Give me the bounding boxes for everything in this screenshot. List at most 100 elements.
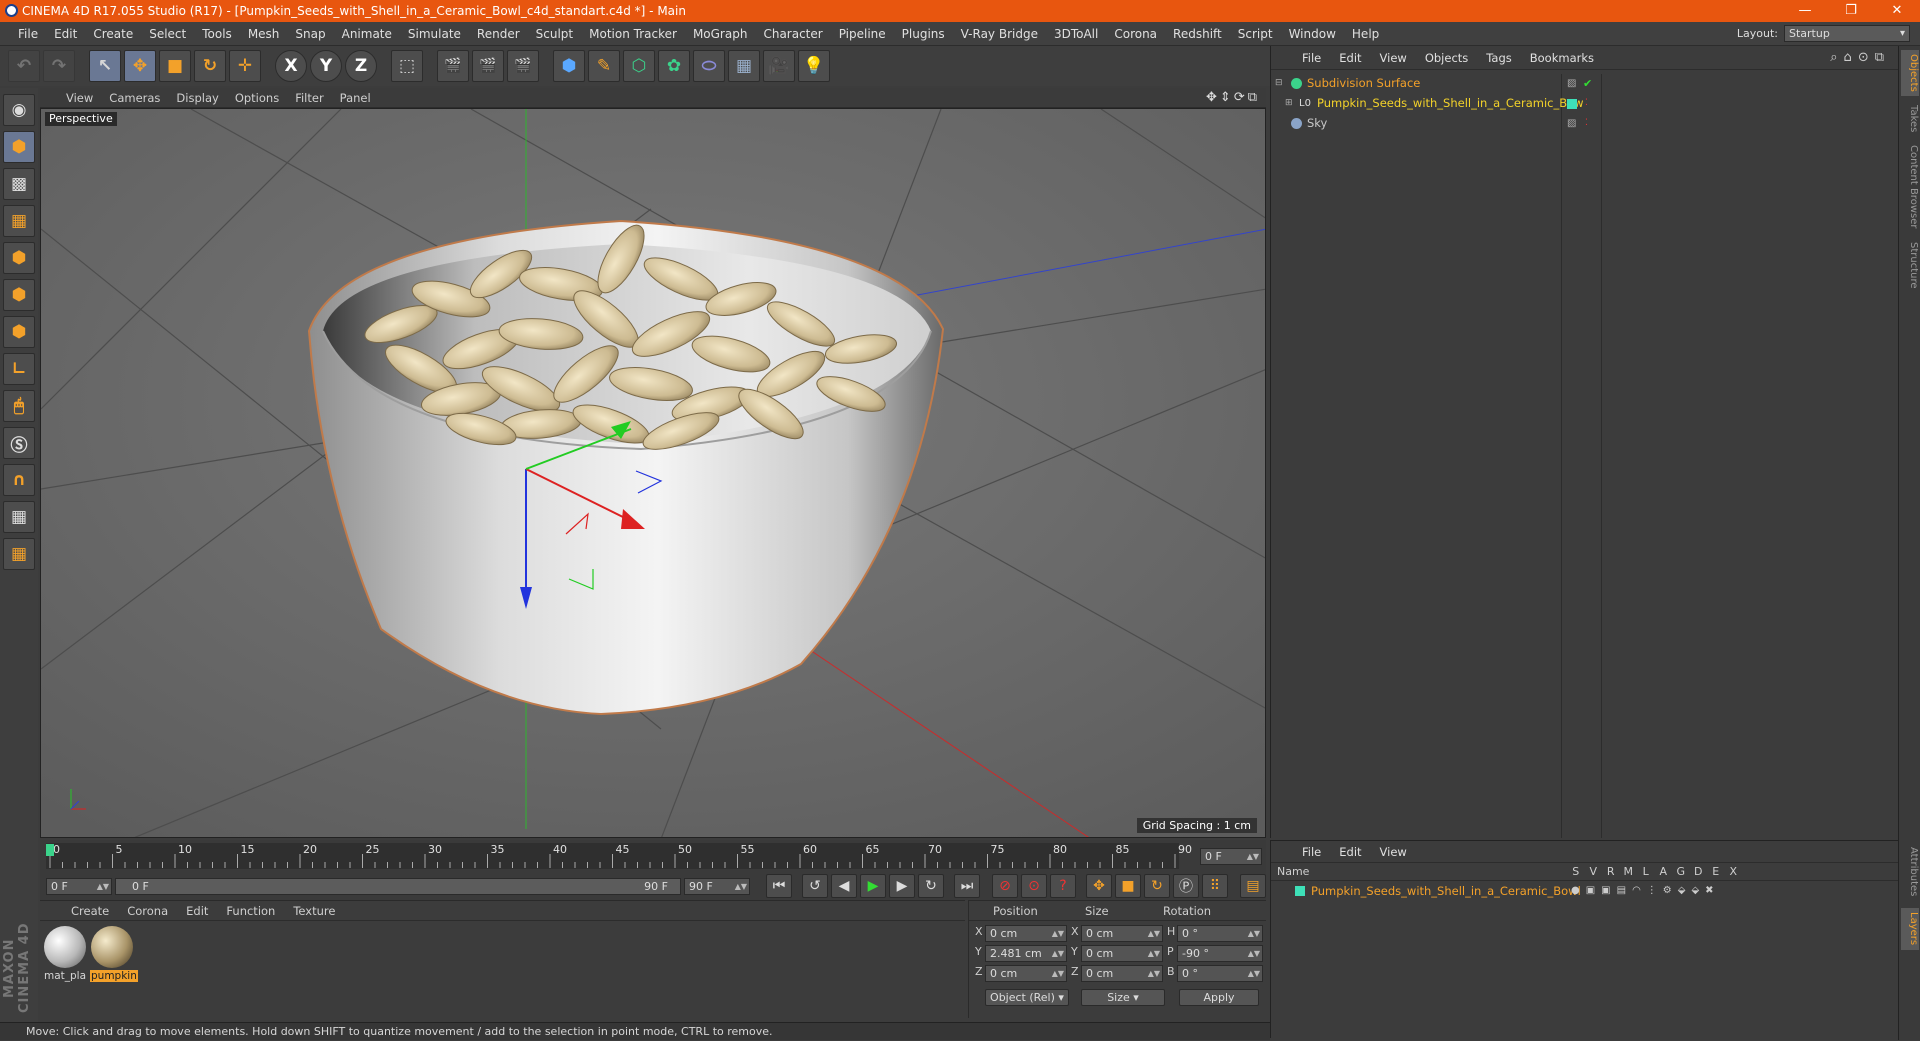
tab-takes[interactable]: Takes — [1901, 102, 1919, 136]
size-z-field[interactable]: 0 cm ▲▼ — [1081, 965, 1163, 982]
autokey-icon[interactable]: ⊙ — [1021, 874, 1047, 898]
tab-layers[interactable]: Layers — [1901, 908, 1919, 950]
pen-spline-icon[interactable]: ✎ — [588, 50, 620, 82]
menu-create[interactable]: Create — [85, 27, 141, 41]
coordinate-mode-dropdown[interactable]: Object (Rel) ▾ — [985, 989, 1069, 1006]
tab-content-browser[interactable]: Content Browser — [1901, 142, 1919, 232]
x-axis-icon[interactable]: X — [275, 50, 307, 82]
keyframe-selection-icon[interactable]: ? — [1050, 874, 1076, 898]
rotation-b-field[interactable]: 0 ° ▲▼ — [1177, 965, 1263, 982]
tab-objects[interactable]: Objects — [1901, 50, 1919, 96]
position-x-field[interactable]: 0 cm ▲▼ — [985, 925, 1067, 942]
restore-icon[interactable]: ❐ — [1828, 0, 1874, 22]
texture-mode-icon[interactable]: ▩ — [3, 168, 35, 200]
cloner-icon[interactable]: ✿ — [658, 50, 690, 82]
play-icon[interactable]: ▶ — [860, 874, 886, 898]
deformer-icon[interactable]: ⬭ — [693, 50, 725, 82]
magnet-icon[interactable]: ∩ — [3, 464, 35, 496]
menu-plugins[interactable]: Plugins — [894, 27, 953, 41]
y-axis-icon[interactable]: Y — [310, 50, 342, 82]
object-manager-icons[interactable]: ⌕⌂⊙⧉ — [1830, 50, 1890, 65]
coordinate-system-icon[interactable]: ⬚ — [391, 50, 423, 82]
object-menu-edit[interactable]: Edit — [1330, 51, 1370, 65]
menu-pipeline[interactable]: Pipeline — [831, 27, 894, 41]
locked-workplane-icon[interactable]: ▦ — [3, 538, 35, 570]
visibility-icon[interactable]: ▨ — [1567, 74, 1576, 93]
edges-mode-icon[interactable]: ⬢ — [3, 279, 35, 311]
render-settings-icon[interactable]: 🎬 — [507, 50, 539, 82]
perspective-viewport[interactable]: Perspective Grid Spacing : 1 cm — [40, 108, 1266, 838]
menu-motion-tracker[interactable]: Motion Tracker — [581, 27, 685, 41]
material-menu-function[interactable]: Function — [217, 904, 284, 918]
render-dots-icon[interactable]: ⁚ — [1585, 114, 1588, 133]
menu-3dtoall[interactable]: 3DToAll — [1046, 27, 1106, 41]
light-icon[interactable]: 💡 — [798, 50, 830, 82]
viewport-menu-view[interactable]: View — [58, 91, 101, 105]
viewport-menu-options[interactable]: Options — [227, 91, 287, 105]
collapse-icon[interactable]: ⊟ — [1275, 74, 1283, 93]
layer-menu-file[interactable]: File — [1293, 845, 1330, 859]
prev-key-icon[interactable]: ↺ — [802, 874, 828, 898]
menu-render[interactable]: Render — [469, 27, 528, 41]
menu-character[interactable]: Character — [755, 27, 830, 41]
layer-row[interactable]: Pumpkin_Seeds_with_Shell_in_a_Ceramic_Bo… — [1271, 882, 1898, 900]
undo-icon[interactable]: ↶ — [8, 50, 40, 82]
material-mat-pla[interactable]: mat_pla — [43, 926, 87, 982]
render-view-icon[interactable]: 🎬 — [437, 50, 469, 82]
viewport-menu-filter[interactable]: Filter — [287, 91, 331, 105]
workplane-mode-icon[interactable]: ▦ — [3, 205, 35, 237]
menu-redshift[interactable]: Redshift — [1165, 27, 1230, 41]
end-frame-field[interactable]: 90 F ▲▼ — [684, 877, 750, 895]
make-editable-icon[interactable]: ◉ — [3, 94, 35, 126]
viewport-menu-cameras[interactable]: Cameras — [101, 91, 168, 105]
scale-icon[interactable]: ■ — [159, 50, 191, 82]
rotation-p-field[interactable]: -90 ° ▲▼ — [1177, 945, 1263, 962]
rotate-icon[interactable]: ↻ — [194, 50, 226, 82]
layout-dropdown[interactable]: Startup — [1784, 25, 1910, 42]
menu-simulate[interactable]: Simulate — [400, 27, 469, 41]
object-menu-bookmarks[interactable]: Bookmarks — [1521, 51, 1603, 65]
timeline-window-icon[interactable]: ▤ — [1240, 874, 1266, 898]
menu-help[interactable]: Help — [1344, 27, 1387, 41]
cube-primitive-icon[interactable]: ⬢ — [553, 50, 585, 82]
menu-snap[interactable]: Snap — [287, 27, 333, 41]
viewport-menu-panel[interactable]: Panel — [332, 91, 379, 105]
object-menu-file[interactable]: File — [1293, 51, 1330, 65]
object-menu-view[interactable]: View — [1371, 51, 1416, 65]
layer-menu-view[interactable]: View — [1371, 845, 1416, 859]
enabled-check-icon[interactable]: ✔ — [1583, 74, 1592, 93]
menu-window[interactable]: Window — [1281, 27, 1344, 41]
key-pla-icon[interactable]: ⠿ — [1202, 874, 1228, 898]
multi-transform-icon[interactable]: ✛ — [229, 50, 261, 82]
subdivision-icon[interactable]: ⬡ — [623, 50, 655, 82]
record-keys-icon[interactable]: ⊘ — [992, 874, 1018, 898]
viewport-menu-display[interactable]: Display — [168, 91, 226, 105]
menu-mesh[interactable]: Mesh — [240, 27, 288, 41]
size-x-field[interactable]: 0 cm ▲▼ — [1081, 925, 1163, 942]
object-menu-objects[interactable]: Objects — [1416, 51, 1477, 65]
menu-file[interactable]: File — [10, 27, 46, 41]
layer-color-icon[interactable] — [1567, 99, 1577, 109]
rotation-h-field[interactable]: 0 ° ▲▼ — [1177, 925, 1263, 942]
expand-icon[interactable]: ⊞ — [1285, 94, 1293, 113]
render-picture-viewer-icon[interactable]: 🎬 — [472, 50, 504, 82]
tab-structure[interactable]: Structure — [1901, 238, 1919, 292]
layer-flags-icons[interactable]: ●▣▣▤◠⋮⚙⬙⬙✖ — [1571, 882, 1720, 900]
menu-script[interactable]: Script — [1230, 27, 1281, 41]
prev-frame-icon[interactable]: ◀ — [831, 874, 857, 898]
material-pumpkin[interactable]: pumpkin — [90, 926, 138, 982]
object-row[interactable]: ⊟ Subdivision Surface ▨ ✔ — [1271, 74, 1899, 93]
points-mode-icon[interactable]: ⬢ — [3, 242, 35, 274]
menu-v-ray-bridge[interactable]: V-Ray Bridge — [953, 27, 1046, 41]
menu-animate[interactable]: Animate — [334, 27, 400, 41]
key-rotation-icon[interactable]: ↻ — [1144, 874, 1170, 898]
move-icon[interactable]: ✥ — [124, 50, 156, 82]
snap-icon[interactable]: Ⓢ — [3, 427, 35, 459]
floor-icon[interactable]: ▦ — [728, 50, 760, 82]
menu-select[interactable]: Select — [141, 27, 194, 41]
layer-menu-edit[interactable]: Edit — [1330, 845, 1370, 859]
material-menu-create[interactable]: Create — [62, 904, 118, 918]
render-dots-icon[interactable]: ⁚ — [1585, 94, 1588, 113]
viewport-navigation-icons[interactable]: ✥⇕⟳⧉ — [1206, 90, 1260, 105]
menu-tools[interactable]: Tools — [194, 27, 240, 41]
